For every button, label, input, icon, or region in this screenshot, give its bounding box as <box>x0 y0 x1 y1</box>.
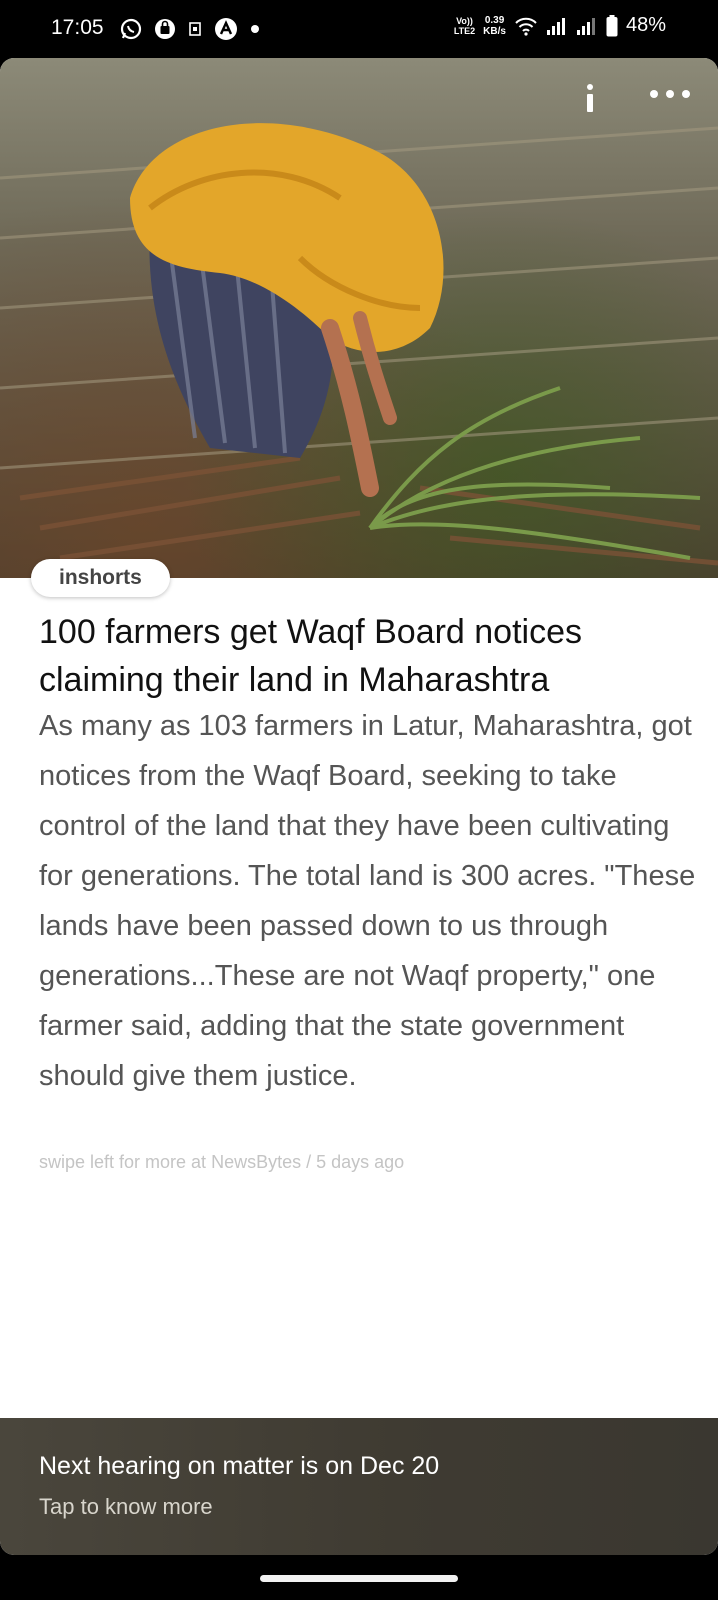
notification-icons <box>120 17 260 41</box>
volte-label: Vo)) <box>456 15 473 26</box>
autodesk-icon <box>215 18 237 40</box>
whatsapp-icon <box>120 18 142 40</box>
article-body: As many as 103 farmers in Latur, Maharas… <box>39 710 696 1092</box>
info-button[interactable] <box>582 84 598 112</box>
article-image[interactable] <box>0 58 718 578</box>
dot-icon <box>251 25 259 33</box>
info-icon-dot <box>587 84 593 90</box>
speed-value: 0.39 <box>484 14 505 26</box>
article-headline: 100 farmers get Waqf Board notices claim… <box>39 613 583 699</box>
sim-icon <box>189 22 201 36</box>
volte-indicator: Vo)) LTE2 <box>454 16 475 36</box>
more-dot-icon <box>682 90 690 98</box>
more-dot-icon <box>650 90 658 98</box>
news-card[interactable]: inshorts 100 farmers get Waqf Board noti… <box>0 58 718 1555</box>
network-speed: 0.39 KB/s <box>483 15 506 37</box>
battery-icon <box>606 14 618 36</box>
footer-title: Next hearing on matter is on Dec 20 <box>39 1452 440 1480</box>
status-bar: 17:05 Vo)) LTE2 0.39 KB/s 48% <box>0 0 718 58</box>
shopping-bag-icon <box>155 19 175 39</box>
footer-subtitle: Tap to know more <box>39 1494 213 1519</box>
home-indicator[interactable] <box>260 1575 458 1582</box>
battery-percent: 48% <box>625 14 666 36</box>
speed-unit: KB/s <box>483 25 506 37</box>
source-badge: inshorts <box>31 559 170 597</box>
status-right: Vo)) LTE2 0.39 KB/s 48% <box>454 14 666 37</box>
more-dot-icon <box>666 90 674 98</box>
footer-teaser[interactable]: Next hearing on matter is on Dec 20 Tap … <box>0 1418 718 1555</box>
signal-2-icon <box>576 17 595 35</box>
info-icon-stem <box>587 94 593 112</box>
more-options-button[interactable] <box>650 84 690 104</box>
lte-label: LTE2 <box>453 25 476 36</box>
status-time: 17:05 <box>51 16 104 39</box>
article-meta[interactable]: swipe left for more at NewsBytes / 5 day… <box>39 1152 404 1173</box>
farmer-illustration <box>0 123 718 566</box>
wifi-icon <box>515 17 537 36</box>
signal-icon <box>546 17 565 35</box>
